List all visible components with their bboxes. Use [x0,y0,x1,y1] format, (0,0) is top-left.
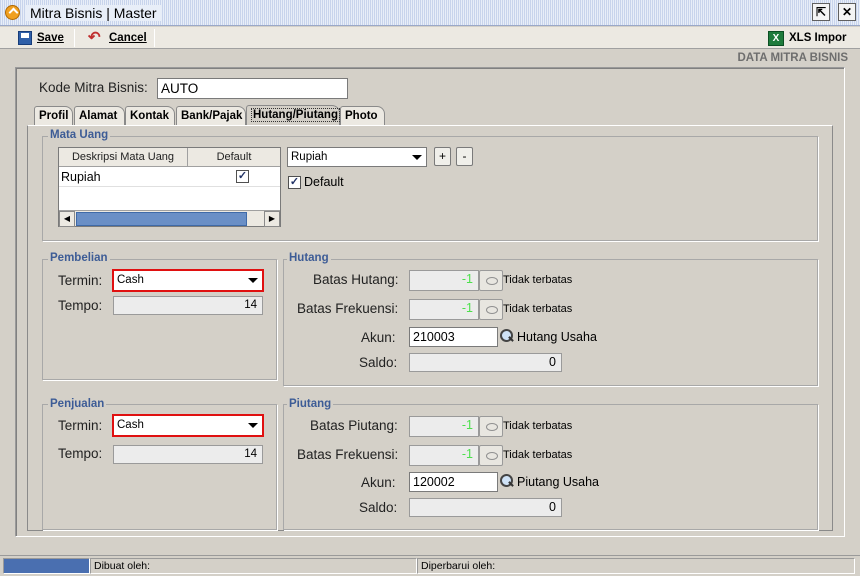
search-icon[interactable] [498,328,516,346]
pembelian-tempo-label: Tempo: [58,298,103,313]
saldo-hutang-label: Saldo: [359,355,398,370]
eye-icon[interactable] [479,299,503,320]
batas-hutang-label: Batas Hutang: [313,272,399,287]
title-bar: Mitra Bisnis | Master ⇱ ✕ [0,0,860,26]
window-title: Mitra Bisnis | Master [26,5,161,21]
diperbarui-oleh: Diperbarui oleh: [417,558,855,574]
dibuat-oleh: Dibuat oleh: [90,558,417,574]
progress-indicator [3,558,90,574]
batas-frekuensi-piutang-field[interactable]: -1 [409,445,479,466]
batas-frekuensi-piutang-note: Tidak terbatas [503,449,573,461]
cancel-label: Cancel [109,32,147,44]
batas-piutang-field[interactable]: -1 [409,416,479,437]
akun-hutang-label: Akun: [361,330,396,345]
akun-piutang-label: Akun: [361,475,396,490]
tab-kontak[interactable]: Kontak [125,106,175,125]
default-checkbox[interactable]: ✓ [288,176,301,189]
penjualan-termin-label: Termin: [58,418,103,433]
section-title: DATA MITRA BISNIS [737,52,848,64]
pembelian-termin-select[interactable]: Cash [112,269,264,292]
undo-arrow-icon: ↶ [88,29,101,46]
penjualan-termin-select[interactable]: Cash [112,414,264,437]
batas-frekuensi-hutang-note: Tidak terbatas [503,303,573,315]
batas-hutang-note: Tidak terbatas [503,274,573,286]
mata-uang-legend: Mata Uang [48,129,111,141]
default-checkbox-cell[interactable]: ✓ [236,170,249,183]
pembelian-termin-label: Termin: [58,273,103,288]
xls-import-button[interactable]: X XLS Impor [764,28,851,48]
batas-frekuensi-hutang-label: Batas Frekuensi: [297,301,399,316]
horizontal-scrollbar[interactable]: ◀ ▶ [59,210,280,227]
penjualan-tempo-field[interactable]: 14 [113,445,263,464]
toolbar-separator [74,29,75,47]
saldo-piutang-field[interactable]: 0 [409,498,562,517]
akun-piutang-name: Piutang Usaha [517,475,600,489]
batas-piutang-label: Batas Piutang: [310,418,398,433]
default-label: Default [304,175,344,189]
batas-frekuensi-hutang-field[interactable]: -1 [409,299,479,320]
eye-icon[interactable] [479,270,503,291]
kode-label: Kode Mitra Bisnis: [39,80,148,95]
table-row[interactable]: Rupiah ✓ [59,167,280,187]
tab-profil[interactable]: Profil [34,106,73,125]
currency-table: Deskripsi Mata Uang Default Rupiah ✓ ◀ ▶ [58,147,281,227]
currency-cell: Rupiah [61,170,101,184]
toolbar: Save ↶ Cancel X XLS Impor [0,27,860,49]
saldo-piutang-label: Saldo: [359,500,398,515]
pembelian-tempo-field[interactable]: 14 [113,296,263,315]
eye-icon[interactable] [479,445,503,466]
app-logo-icon [5,5,20,20]
search-icon[interactable] [498,473,516,491]
penjualan-tempo-label: Tempo: [58,446,103,461]
akun-piutang-input[interactable]: 120002 [409,472,498,492]
save-button[interactable]: Save [14,28,68,48]
scroll-thumb[interactable] [76,212,247,226]
toolbar-separator [154,29,155,47]
xls-import-label: XLS Impor [789,32,847,44]
close-window-icon[interactable]: ✕ [838,3,856,21]
hutang-legend: Hutang [287,252,331,264]
tab-bank-pajak[interactable]: Bank/Pajak [176,106,246,125]
column-header-deskripsi[interactable]: Deskripsi Mata Uang [59,148,188,167]
saldo-hutang-field[interactable]: 0 [409,353,562,372]
akun-hutang-input[interactable]: 210003 [409,327,498,347]
scroll-right-icon[interactable]: ▶ [264,211,280,227]
penjualan-legend: Penjualan [48,398,107,410]
cancel-button[interactable]: ↶ Cancel [84,28,151,48]
tab-photo[interactable]: Photo [340,106,385,125]
chevron-down-icon [248,423,258,428]
excel-icon: X [768,30,784,46]
chevron-down-icon [248,278,258,283]
akun-hutang-name: Hutang Usaha [517,330,597,344]
tab-alamat[interactable]: Alamat [74,106,125,125]
save-label: Save [37,32,64,44]
scroll-left-icon[interactable]: ◀ [59,211,75,227]
eye-icon[interactable] [479,416,503,437]
piutang-legend: Piutang [287,398,334,410]
currency-select[interactable]: Rupiah [287,147,427,167]
tab-hutang-piutang[interactable]: Hutang/Piutang [246,105,340,126]
batas-piutang-note: Tidak terbatas [503,420,573,432]
chevron-down-icon [412,155,422,160]
save-disk-icon [18,31,32,45]
restore-window-icon[interactable]: ⇱ [812,3,830,21]
remove-currency-button[interactable]: - [456,147,473,166]
kode-input[interactable]: AUTO [157,78,348,99]
batas-hutang-field[interactable]: -1 [409,270,479,291]
pembelian-legend: Pembelian [48,252,110,264]
batas-frekuensi-piutang-label: Batas Frekuensi: [297,447,399,462]
add-currency-button[interactable]: + [434,147,451,166]
status-bar: Dibuat oleh: Diperbarui oleh: [0,555,860,576]
column-header-default[interactable]: Default [188,148,280,167]
